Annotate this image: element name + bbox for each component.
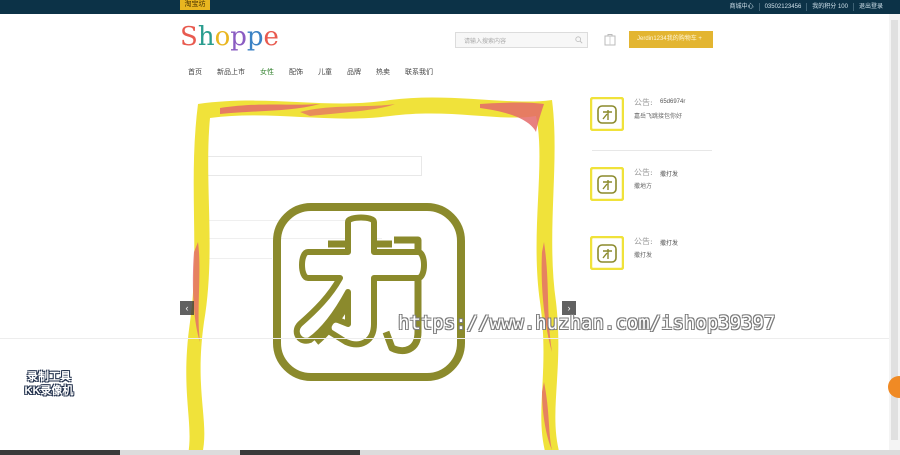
placeholder-image-icon — [590, 236, 624, 270]
top-link-phone: 03502123456 — [760, 3, 808, 11]
notice-title[interactable]: 65d6974r — [660, 99, 685, 105]
slider-prev-button[interactable]: ‹ — [180, 301, 194, 315]
recorder-line-1: 录制工具 — [27, 371, 71, 383]
banner-slider[interactable]: ‹ › — [180, 92, 576, 455]
nav-item-accessories[interactable]: 配饰 — [289, 67, 303, 77]
recorder-watermark: 录制工具 KK录像机 — [14, 370, 84, 402]
search-input[interactable]: 请输入搜索内容 — [455, 32, 588, 48]
cart-icon[interactable] — [604, 33, 616, 46]
notice-desc: 撒打发 — [634, 253, 653, 259]
taskbar-strip — [0, 450, 900, 455]
notice-title[interactable]: 撒打发 — [660, 169, 678, 178]
notice-item[interactable]: 公告: 撒打发 撒打发 — [590, 232, 715, 290]
notice-item[interactable]: 公告: 撒打发 撒地方 — [590, 163, 715, 221]
nav-item-kids[interactable]: 儿童 — [318, 67, 332, 77]
main-nav: 首页 新品上市 女性 配饰 儿童 品牌 热卖 联系我们 — [188, 67, 448, 77]
url-watermark: https://www.huzhan.com/ishop39397 — [398, 312, 776, 334]
notice-title[interactable]: 撒打发 — [660, 238, 678, 247]
section-divider — [0, 338, 900, 339]
recorder-line-2: KK录像机 — [24, 385, 74, 397]
top-bar: 淘宝坊 商城中心 03502123456 我的积分 100 退出登录 — [0, 0, 900, 14]
top-link-logout[interactable]: 退出登录 — [854, 3, 888, 11]
nav-item-hot[interactable]: 热卖 — [376, 67, 390, 77]
site-logo[interactable]: Shoppe — [180, 22, 279, 52]
search-placeholder: 请输入搜索内容 — [464, 39, 507, 45]
search-icon[interactable] — [575, 36, 583, 44]
nav-item-women[interactable]: 女性 — [260, 67, 274, 77]
cart-button[interactable]: Jerdin1234我的购物车 + — [629, 31, 713, 48]
top-link-points[interactable]: 我的积分 100 — [807, 3, 854, 11]
nav-item-contact[interactable]: 联系我们 — [405, 67, 433, 77]
top-link-mall[interactable]: 商城中心 — [725, 3, 760, 11]
placeholder-image-icon — [186, 97, 560, 455]
notice-divider — [592, 150, 712, 151]
notice-label: 公告: — [634, 98, 653, 107]
notice-item[interactable]: 公告: 65d6974r 嘉岳飞跳接包你好 — [590, 93, 715, 151]
nav-item-brands[interactable]: 品牌 — [347, 67, 361, 77]
notice-label: 公告: — [634, 237, 653, 246]
placeholder-image-icon — [590, 97, 624, 131]
top-links: 商城中心 03502123456 我的积分 100 退出登录 — [725, 0, 888, 14]
top-badge[interactable]: 淘宝坊 — [180, 0, 210, 10]
notice-desc: 撒地方 — [634, 184, 653, 190]
notice-label: 公告: — [634, 168, 653, 177]
nav-item-new[interactable]: 新品上市 — [217, 67, 245, 77]
notice-desc: 嘉岳飞跳接包你好 — [634, 114, 683, 120]
placeholder-image-icon — [590, 167, 624, 201]
nav-item-home[interactable]: 首页 — [188, 67, 202, 77]
